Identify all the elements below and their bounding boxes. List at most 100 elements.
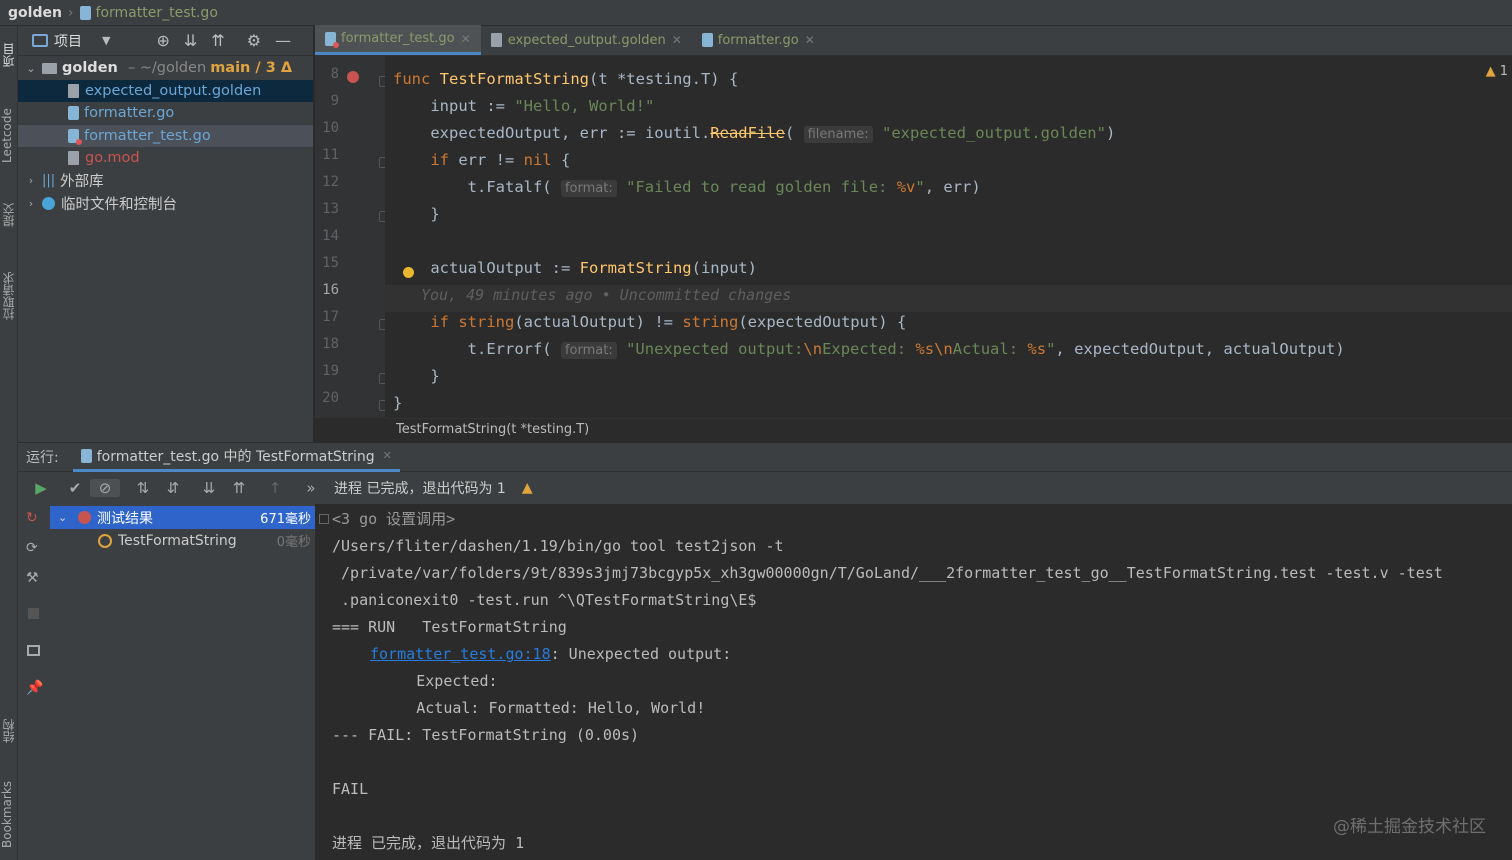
console-line: 进程 已完成，退出代码为 1 xyxy=(332,834,525,852)
line-number: 12 xyxy=(322,174,339,190)
console-line: formatter_test.go:18: Unexpected output: xyxy=(370,645,732,663)
run-test-failed-icon[interactable] xyxy=(347,71,359,83)
code-line: } xyxy=(393,367,440,385)
more-icon[interactable]: » xyxy=(296,479,326,497)
line-number: 16 xyxy=(322,282,339,298)
show-passed-icon[interactable]: ✔ xyxy=(60,479,90,497)
gear-icon[interactable]: ⚙ xyxy=(247,31,261,50)
tree-item-external-libraries[interactable]: › ||| 外部库 xyxy=(18,170,313,193)
console-output[interactable]: <3 go 设置调用> /Users/fliter/dashen/1.19/bi… xyxy=(316,504,1512,860)
tool-bookmarks[interactable]: Bookmarks xyxy=(0,774,18,854)
scratch-icon xyxy=(42,196,55,210)
code-line: input := "Hello, World!" xyxy=(393,97,655,115)
source-link[interactable]: formatter_test.go:18 xyxy=(370,645,551,663)
locate-icon[interactable]: ⊕ xyxy=(156,31,169,50)
go-test-file-icon xyxy=(79,5,91,20)
code-editor[interactable]: func TestFormatString(t *testing.T) { in… xyxy=(385,56,1512,418)
project-toolbar: 项目 ▼ ⊕ ⇊ ⇈ ⚙ — xyxy=(18,26,313,56)
warning-indicator[interactable]: ▲ 1 xyxy=(1486,64,1508,79)
navigation-bar: golden › formatter_test.go xyxy=(0,0,1512,26)
dropdown-icon[interactable]: ▼ xyxy=(102,34,110,47)
test-results-tree: ⌄ 测试结果 671毫秒 TestFormatString 0毫秒 xyxy=(50,504,316,860)
sort-duration-icon[interactable]: ⇵ xyxy=(158,479,188,497)
tree-root[interactable]: ⌄ golden – ~/golden main / 3 Δ xyxy=(18,57,313,80)
chevron-down-icon[interactable]: ⌄ xyxy=(24,62,38,75)
show-ignored-icon[interactable]: ⊘ xyxy=(90,479,120,497)
warning-icon: ▲ xyxy=(521,480,533,496)
chevron-right-icon[interactable]: › xyxy=(24,174,38,187)
code-line: if err != nil { xyxy=(430,151,571,169)
run-toolbar: ▶ ✔ ⊘ ⇅ ⇵ ⇊ ⇈ ↑ » 进程 已完成，退出代码为 1 ▲ xyxy=(18,472,1512,504)
line-number: 19 xyxy=(322,363,339,379)
collapse-all-icon[interactable]: ⇈ xyxy=(224,479,254,497)
left-tool-strip: 项目 Leetcode 提交 拉取请求 结构 Bookmarks xyxy=(0,26,18,860)
go-test-file-icon xyxy=(325,31,339,48)
previous-failed-icon[interactable]: ↑ xyxy=(260,479,290,497)
run-panel-header: 运行: formatter_test.go 中的 TestFormatStrin… xyxy=(18,442,1512,472)
root-branch: main / 3 Δ xyxy=(210,60,293,77)
test-item[interactable]: TestFormatString 0毫秒 xyxy=(50,529,315,552)
line-number: 8 xyxy=(330,66,339,82)
collapse-all-icon[interactable]: ⇈ xyxy=(211,31,224,50)
root-name: golden xyxy=(62,60,118,77)
tree-item-scratches[interactable]: › 临时文件和控制台 xyxy=(18,192,313,215)
code-line: if string(actualOutput) != string(expect… xyxy=(430,313,907,331)
pin-icon[interactable]: 📌 xyxy=(26,680,43,696)
run-config-tab[interactable]: formatter_test.go 中的 TestFormatString ✕ xyxy=(72,442,400,472)
console-line: Expected: xyxy=(344,672,498,690)
watermark: @稀土掘金技术社区 xyxy=(1333,817,1486,837)
tab-formatter[interactable]: formatter.go ✕ xyxy=(692,25,825,55)
tool-commit[interactable]: 提交 xyxy=(0,190,18,240)
console-line: <3 go 设置调用> xyxy=(332,510,456,528)
failed-icon xyxy=(78,511,91,524)
minimize-icon[interactable]: — xyxy=(275,31,291,50)
tool-leetcode[interactable]: Leetcode xyxy=(0,94,18,178)
console-line: FAIL xyxy=(332,780,369,798)
expand-all-icon[interactable]: ⇊ xyxy=(184,31,197,50)
code-line: } xyxy=(393,205,440,223)
param-hint: format: xyxy=(560,342,617,359)
chevron-right-icon: › xyxy=(67,4,74,21)
test-results-root[interactable]: ⌄ 测试结果 671毫秒 xyxy=(50,506,315,529)
go-file-icon xyxy=(68,106,79,121)
chevron-right-icon[interactable]: › xyxy=(24,197,38,210)
expand-all-icon[interactable]: ⇊ xyxy=(194,479,224,497)
tool-structure[interactable]: 结构 xyxy=(0,706,18,756)
nav-file[interactable]: formatter_test.go xyxy=(96,5,218,21)
wrench-icon[interactable]: ⚒ xyxy=(26,570,39,586)
rerun-failed-icon[interactable]: ↻ xyxy=(26,510,38,526)
console-line: .paniconexit0 -test.run ^\QTestFormatStr… xyxy=(332,591,757,609)
toggle-auto-test-icon[interactable]: ⟳ xyxy=(26,540,38,556)
run-side-toolbar: ↻ ⟳ ⚒ 📌 xyxy=(18,504,50,860)
close-icon[interactable]: ✕ xyxy=(461,32,471,46)
console-line: /private/var/folders/9t/839s3jmj73bcgyp5… xyxy=(332,564,1443,582)
nav-project[interactable]: golden xyxy=(8,5,62,21)
stop-icon[interactable] xyxy=(28,608,39,619)
line-number: 10 xyxy=(322,120,339,136)
console-line: === RUN TestFormatString xyxy=(332,618,567,636)
editor-breadcrumb[interactable]: TestFormatString(t *testing.T) xyxy=(385,418,1512,442)
fold-icon[interactable] xyxy=(319,514,329,524)
chevron-down-icon[interactable]: ⌄ xyxy=(58,511,74,524)
go-test-file-icon xyxy=(68,128,82,145)
tab-formatter-test[interactable]: formatter_test.go ✕ xyxy=(315,25,481,55)
tool-project[interactable]: 项目 xyxy=(0,30,18,80)
tree-item-expected-output[interactable]: expected_output.golden xyxy=(18,79,313,102)
folder-icon xyxy=(42,62,57,74)
project-view-label[interactable]: 项目 xyxy=(54,31,82,51)
run-label: 运行: xyxy=(26,450,59,466)
layout-icon[interactable] xyxy=(27,645,40,656)
tab-expected-output[interactable]: expected_output.golden ✕ xyxy=(481,25,692,55)
tool-pull-requests[interactable]: 拉取请求 xyxy=(0,258,18,334)
sort-alpha-icon[interactable]: ⇅ xyxy=(128,479,158,497)
mod-file-icon xyxy=(68,151,79,166)
close-icon[interactable]: ✕ xyxy=(672,33,682,47)
go-file-icon xyxy=(701,33,713,47)
tree-item-gomod[interactable]: go.mod xyxy=(18,147,313,170)
tree-item-formatter[interactable]: formatter.go xyxy=(18,102,313,125)
tree-item-formatter-test[interactable]: formatter_test.go xyxy=(18,124,313,147)
rerun-icon[interactable]: ▶ xyxy=(26,479,56,497)
inline-blame: You, 49 minutes ago • Uncommitted change… xyxy=(421,286,792,304)
close-icon[interactable]: ✕ xyxy=(383,449,392,462)
close-icon[interactable]: ✕ xyxy=(805,33,815,47)
